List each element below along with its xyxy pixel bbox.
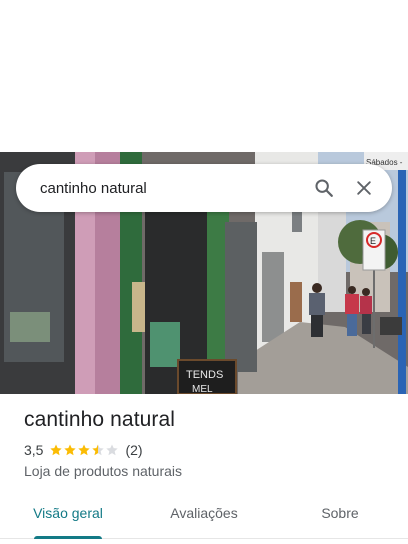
place-title: cantinho natural [24,408,176,431]
star-icon [64,444,77,456]
rating-row[interactable]: 3,5 (2) [24,442,392,458]
svg-text:E: E [370,236,376,246]
clear-search-button[interactable] [344,168,384,208]
tab-overview[interactable]: Visão geral [0,494,136,539]
close-icon [357,181,371,195]
place-info: cantinho natural 3,5 (2) Loja de produto… [24,408,392,479]
svg-text:MEL: MEL [192,384,213,394]
search-input[interactable]: cantinho natural [40,180,304,197]
rating-stars [49,443,119,457]
place-category: Loja de produtos naturais [24,463,182,479]
search-button[interactable] [304,168,344,208]
search-bar[interactable]: cantinho natural [16,164,392,212]
rating-value: 3,5 [24,442,44,458]
star-icon [106,444,119,456]
tab-about[interactable]: Sobre [272,494,408,538]
search-icon [315,179,333,197]
place-tabs: Visão geral Avaliações Sobre [0,494,408,539]
star-icon [50,444,63,456]
review-count[interactable]: (2) [125,442,142,458]
tab-reviews[interactable]: Avaliações [136,494,272,538]
star-icon [78,444,91,456]
star-icon [92,444,105,456]
svg-text:TENDS: TENDS [186,369,223,381]
